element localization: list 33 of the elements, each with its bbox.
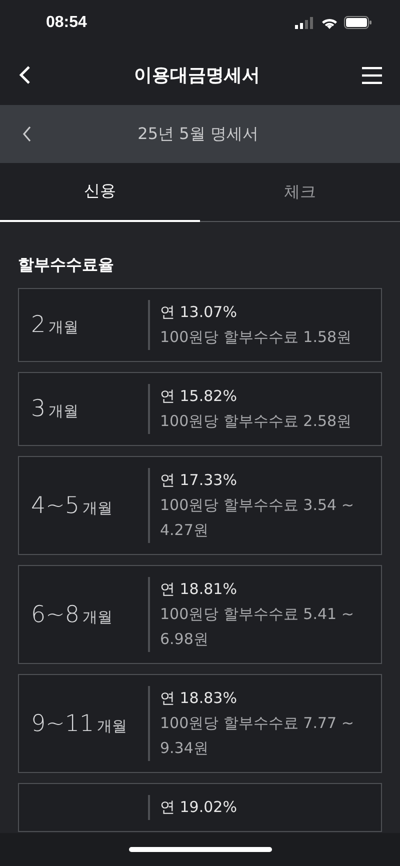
previous-icon[interactable] (22, 126, 32, 142)
months-number: 2 (31, 312, 46, 338)
menu-icon[interactable] (362, 66, 382, 84)
annual-rate: 연 17.33% (160, 470, 238, 491)
annual-rate: 연 18.81% (160, 579, 238, 600)
tab[interactable]: 체크 (200, 163, 400, 222)
tab[interactable]: 신용 (0, 163, 200, 222)
annual-rate: 연 18.83% (160, 688, 238, 709)
months-number: 4~5 (31, 492, 80, 518)
signal-icon (295, 16, 315, 28)
months-unit: 개월 (48, 318, 79, 337)
status-time: 08:54 (46, 14, 87, 32)
fee-per-100: 100원당 할부수수료 2.58원 (160, 411, 352, 432)
months-unit: 개월 (82, 498, 113, 518)
page-title: 이용대금명세서 (134, 64, 260, 87)
battery-icon (344, 16, 372, 29)
months-unit: 개월 (48, 402, 79, 421)
fee-per-100: 100원당 할부수수료 3.54 ~ 4.27원 (160, 495, 355, 541)
months-unit: 개월 (97, 716, 128, 736)
months-number: 9~11 (31, 710, 94, 736)
back-icon[interactable] (18, 65, 32, 85)
fee-per-100: 100원당 할부수수료 5.41 ~ 6.98원 (160, 604, 355, 650)
months-unit: 개월 (82, 608, 113, 626)
fee-per-100: 100원당 할부수수료 1.58원 (160, 327, 352, 348)
annual-rate: 연 15.82% (160, 386, 238, 407)
annual-rate: 연 13.07% (160, 302, 238, 323)
fee-per-100: 100원당 할부수수료 7.77 ~ 9.34원 (160, 713, 355, 759)
section-title: 할부수수료율 (18, 255, 115, 275)
statement-month: 25년 5월 명세서 (136, 124, 260, 144)
annual-rate: 연 19.02% (160, 797, 237, 818)
months-number: 3 (31, 396, 46, 422)
months-number: 6~8 (31, 602, 80, 628)
wifi-icon (321, 16, 338, 28)
